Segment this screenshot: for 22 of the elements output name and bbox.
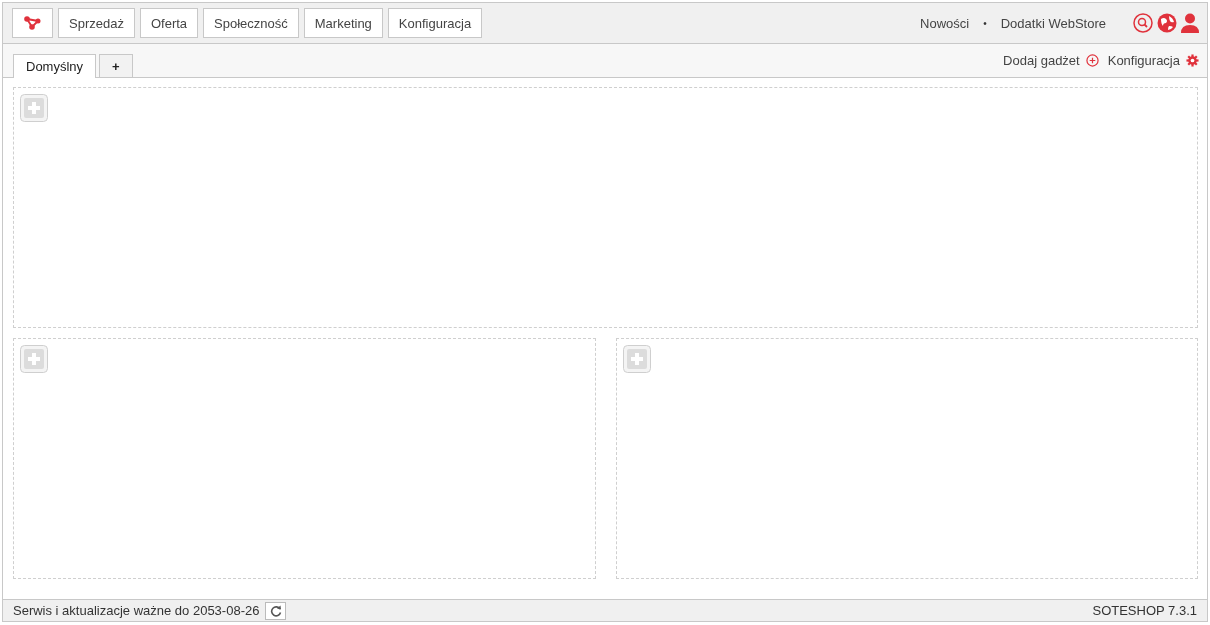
menu-button[interactable]: Oferta [139,8,199,38]
globe-icon[interactable] [1157,13,1177,33]
logo-icon [23,16,42,30]
separator-dot: • [983,17,987,29]
version-text: SOTESHOP 7.3.1 [1092,603,1197,618]
menu-button[interactable]: Konfiguracja [387,8,483,38]
news-link[interactable]: Nowości [920,15,970,31]
search-icon[interactable] [1133,13,1153,33]
tab[interactable]: Domyślny [13,54,97,78]
menu-button[interactable]: Społeczność [203,8,299,38]
logo-button[interactable] [12,8,53,38]
add-circle-icon[interactable] [1085,54,1099,67]
user-icon[interactable] [1181,13,1199,33]
refresh-button[interactable] [265,601,287,620]
menu-button[interactable]: Sprzedaż [58,8,135,38]
settings-icon[interactable] [1186,54,1199,67]
settings-link[interactable]: Konfiguracja [1107,53,1180,68]
webstore-link[interactable]: Dodatki WebStore [1000,15,1106,31]
status-text: Serwis i aktualizacje ważne do 2053-08-26 [13,603,260,618]
menu-button[interactable]: Marketing [303,8,383,38]
add-gadget-link[interactable]: Dodaj gadżet [1003,53,1080,68]
tab[interactable]: + [99,54,133,77]
